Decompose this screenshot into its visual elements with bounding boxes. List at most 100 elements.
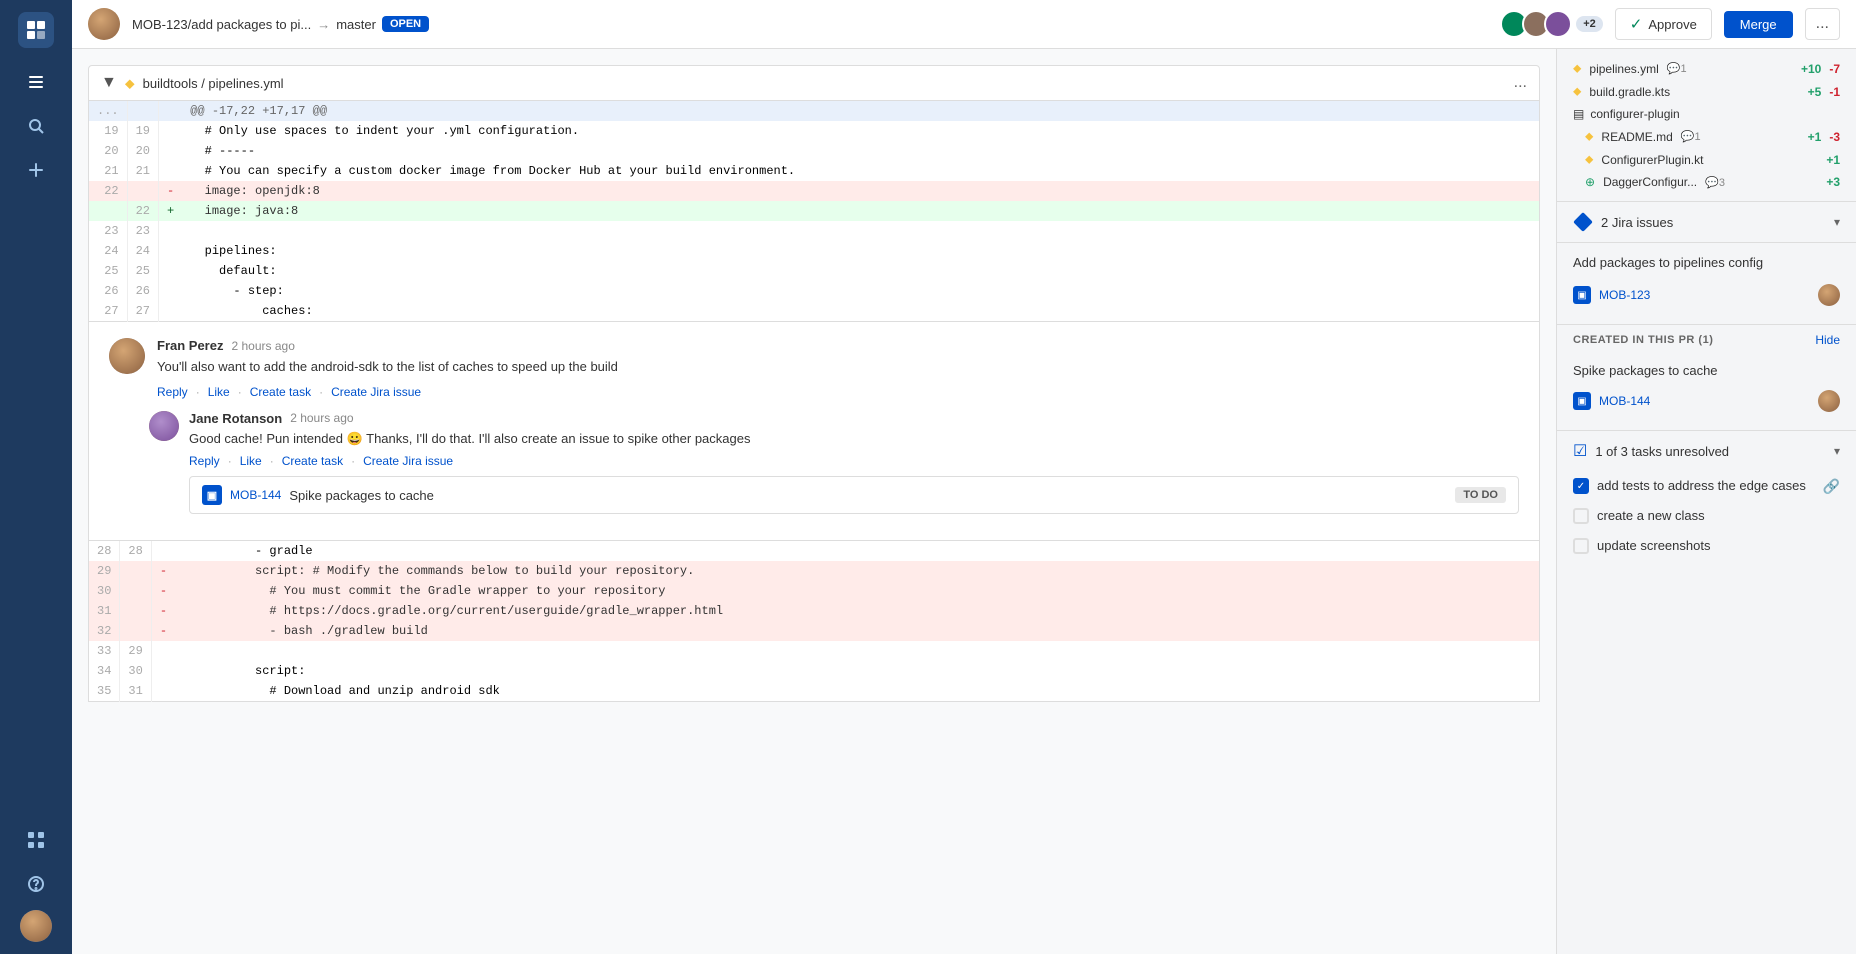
more-options-button[interactable]: ...: [1805, 8, 1840, 40]
file-type-icon: ⬥: [125, 75, 135, 92]
comment-text: You'll also want to add the android-sdk …: [157, 357, 1519, 377]
sidebar-user-avatar[interactable]: [20, 910, 52, 942]
reply-header: Jane Rotanson 2 hours ago: [189, 411, 1519, 426]
comment-create-task-link[interactable]: Create task: [250, 385, 311, 399]
task-item: ✓ add tests to address the edge cases 🔗: [1557, 471, 1856, 501]
diff-line: 28 28 - gradle: [89, 541, 1540, 561]
file-list-item[interactable]: ⬥ ConfigurerPlugin.kt +1: [1557, 148, 1856, 171]
reply-reply-link[interactable]: Reply: [189, 454, 220, 468]
task-item: create a new class: [1557, 501, 1856, 531]
diff-line-removed: 30 - # You must commit the Gradle wrappe…: [89, 581, 1540, 601]
task-link-icon-1[interactable]: 🔗: [1823, 478, 1840, 495]
comment-timestamp: 2 hours ago: [231, 339, 294, 353]
file-name: build.gradle.kts: [1589, 85, 1670, 99]
tasks-checkbox-icon: ☑: [1573, 441, 1587, 461]
reviewers-avatars: +2: [1500, 10, 1603, 38]
reviewer-count: +2: [1576, 16, 1603, 32]
file-icon-yellow: ⬥: [1585, 152, 1593, 167]
main-content: MOB-123/add packages to pi... → master O…: [72, 0, 1856, 954]
sidebar-menu-icon[interactable]: [18, 64, 54, 100]
task-checkbox-3[interactable]: [1573, 538, 1589, 554]
tasks-section: ☑ 1 of 3 tasks unresolved ▾ ✓ add tests …: [1557, 430, 1856, 562]
reply-thread: Jane Rotanson 2 hours ago Good cache! Pu…: [109, 411, 1519, 515]
file-icon-yellow: ⬥: [1585, 129, 1593, 144]
comment-main: Fran Perez 2 hours ago You'll also want …: [109, 338, 1519, 399]
sidebar-search-icon[interactable]: [18, 108, 54, 144]
target-branch: master: [336, 17, 376, 32]
reply-actions: Reply · Like · Create task · Create Jira…: [189, 454, 1519, 468]
spike-issue-id[interactable]: MOB-144: [1599, 394, 1650, 408]
reply-create-jira-link[interactable]: Create Jira issue: [363, 454, 453, 468]
topbar-right-actions: +2 ✓ Approve Merge ...: [1500, 8, 1840, 40]
reply-like-link[interactable]: Like: [240, 454, 262, 468]
task-text-2: create a new class: [1597, 507, 1840, 525]
comment-create-jira-link[interactable]: Create Jira issue: [331, 385, 421, 399]
jira-issue-id-link[interactable]: MOB-123: [1599, 288, 1650, 302]
folder-name: configurer-plugin: [1590, 107, 1679, 121]
folder-icon: ▤: [1573, 107, 1584, 121]
file-removals: -3: [1829, 130, 1840, 144]
comment-reply-link[interactable]: Reply: [157, 385, 188, 399]
jira-section-header[interactable]: 2 Jira issues ▾: [1557, 201, 1856, 243]
topbar: MOB-123/add packages to pi... → master O…: [72, 0, 1856, 49]
spike-issue-row: ▣ MOB-144: [1573, 384, 1840, 418]
reply-timestamp: 2 hours ago: [290, 411, 353, 425]
jira-diamond-icon: [1573, 212, 1593, 232]
diff-line: 34 30 script:: [89, 661, 1540, 681]
comment-header: Fran Perez 2 hours ago: [157, 338, 1519, 353]
file-more-button[interactable]: ...: [1514, 74, 1527, 92]
file-name: pipelines.yml: [1589, 62, 1658, 76]
jira-status-badge: TO DO: [1455, 487, 1506, 503]
diff-line: 33 29: [89, 641, 1540, 661]
file-list-item[interactable]: ⬥ build.gradle.kts +5 -1: [1557, 80, 1856, 103]
folder-item: ▤ configurer-plugin: [1557, 103, 1856, 125]
spike-issue-title: Spike packages to cache: [1573, 363, 1840, 378]
sidebar-create-icon[interactable]: [18, 152, 54, 188]
source-branch: MOB-123/add packages to pi...: [132, 17, 311, 32]
tasks-title: 1 of 3 tasks unresolved: [1595, 444, 1826, 459]
right-panel: ⬥ pipelines.yml 💬1 +10 -7 ⬥ build.gradle…: [1556, 49, 1856, 954]
reply-item: Jane Rotanson 2 hours ago Good cache! Pu…: [149, 411, 1519, 515]
file-list-item[interactable]: ⬥ pipelines.yml 💬1 +10 -7: [1557, 57, 1856, 80]
tasks-header[interactable]: ☑ 1 of 3 tasks unresolved ▾: [1557, 431, 1856, 471]
pr-branch-info: MOB-123/add packages to pi... → master O…: [132, 16, 429, 32]
jira-issue-title: Spike packages to cache: [289, 488, 434, 503]
tasks-chevron-icon: ▾: [1834, 444, 1840, 458]
diff-line: 20 20 # -----: [89, 141, 1540, 161]
diff-hunk-header: ... @@ -17,22 +17,17 @@: [89, 101, 1540, 121]
collapse-file-icon[interactable]: ▼: [101, 74, 117, 92]
diff-line-removed: 31 - # https://docs.gradle.org/current/u…: [89, 601, 1540, 621]
task-checkbox-1[interactable]: ✓: [1573, 478, 1589, 494]
spike-user-avatar: [1818, 390, 1840, 412]
reply-author-name: Jane Rotanson: [189, 411, 282, 426]
diff-table: ... @@ -17,22 +17,17 @@ 19 19 # Only use…: [88, 101, 1540, 322]
jira-issue-icon: ▣: [1573, 286, 1591, 304]
file-name: DaggerConfigur...: [1603, 175, 1697, 189]
comment-like-link[interactable]: Like: [208, 385, 230, 399]
reply-create-task-link[interactable]: Create task: [282, 454, 343, 468]
file-name: ConfigurerPlugin.kt: [1601, 153, 1703, 167]
file-icon-yellow: ⬥: [1573, 84, 1581, 99]
sidebar-apps-icon[interactable]: [18, 822, 54, 858]
diff-table-after: 28 28 - gradle 29 - script: # Modify the…: [88, 541, 1540, 702]
reply-body: Jane Rotanson 2 hours ago Good cache! Pu…: [189, 411, 1519, 515]
created-in-pr-header: CREATED IN THIS PR (1) Hide: [1557, 324, 1856, 355]
sidebar-help-icon[interactable]: [18, 866, 54, 902]
app-logo[interactable]: [18, 12, 54, 48]
comment-thread: Fran Perez 2 hours ago You'll also want …: [88, 322, 1540, 541]
merge-button[interactable]: Merge: [1724, 11, 1793, 38]
file-list-item[interactable]: ⬥ README.md 💬1 +1 -3: [1557, 125, 1856, 148]
jira-section-chevron-icon: ▾: [1834, 215, 1840, 229]
diff-line: 26 26 - step:: [89, 281, 1540, 301]
diff-line-removed: 29 - script: # Modify the commands below…: [89, 561, 1540, 581]
file-additions: +1: [1808, 130, 1822, 144]
branch-arrow-icon: →: [317, 17, 330, 32]
spike-card: Spike packages to cache ▣ MOB-144: [1557, 355, 1856, 430]
diff-line: 21 21 # You can specify a custom docker …: [89, 161, 1540, 181]
hide-created-link[interactable]: Hide: [1815, 333, 1840, 347]
task-checkbox-2[interactable]: [1573, 508, 1589, 524]
diff-line-added: 22 + image: java:8: [89, 201, 1540, 221]
file-list-item[interactable]: ⊕ DaggerConfigur... 💬3 +3: [1557, 171, 1856, 193]
approve-button[interactable]: ✓ Approve: [1615, 8, 1712, 40]
jira-issue-id[interactable]: MOB-144: [230, 488, 281, 502]
